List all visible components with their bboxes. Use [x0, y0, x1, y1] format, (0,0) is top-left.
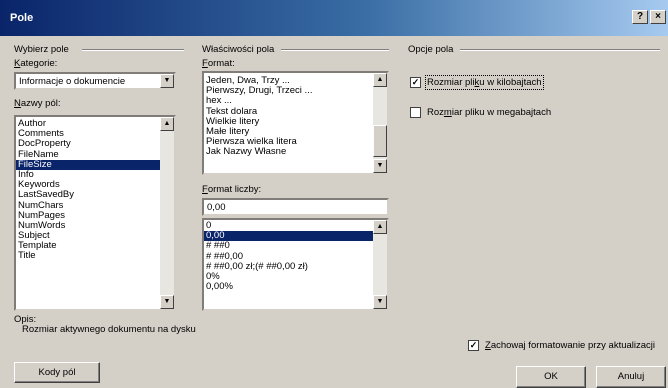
field-names-label: Nazwy pól: — [14, 98, 61, 109]
divider — [460, 49, 660, 51]
category-value: Informacje o dokumencie — [19, 76, 126, 87]
list-item[interactable]: Title — [16, 251, 174, 261]
list-item[interactable]: 0,00 — [204, 230, 387, 242]
ok-button-label: OK — [544, 371, 558, 382]
number-format-label: Format liczby: — [202, 184, 262, 195]
preserve-formatting-checkbox[interactable]: ✓ — [468, 340, 479, 351]
format-list-scrollbar[interactable]: ▲ ▼ — [373, 73, 387, 173]
list-item[interactable]: Template — [16, 241, 174, 251]
category-dropdown[interactable]: Informacje o dokumencie ▼ — [14, 72, 176, 90]
cancel-button[interactable]: Anuluj — [596, 366, 666, 388]
list-item[interactable]: # ##0,00 zł;(# ##0,00 zł) — [204, 261, 387, 272]
scroll-up-icon[interactable]: ▲ — [373, 220, 387, 234]
size-mb-checkbox[interactable] — [410, 107, 421, 118]
divider — [82, 49, 184, 51]
divider — [281, 49, 389, 51]
categories-label: Kategorie: — [14, 58, 58, 69]
list-item[interactable]: Jak Nazwy Własne — [204, 147, 387, 157]
format-list[interactable]: Jeden, Dwa, Trzy ... Pierwszy, Drugi, Trz… — [202, 71, 389, 175]
scroll-down-icon[interactable]: ▼ — [373, 295, 387, 309]
field-names-list[interactable]: Author Comments DocProperty FileName FileSiz… — [14, 115, 176, 311]
field-codes-button[interactable]: Kody pól — [14, 362, 100, 383]
field-dialog: Pole ? × Wybierz pole Kategorie: Informa… — [0, 0, 668, 388]
preserve-formatting-option[interactable]: ✓ Zachowaj formatowanie przy aktualizacji — [468, 340, 655, 351]
size-kb-option[interactable]: ✓ Rozmiar pliku w kilobajtach — [410, 75, 544, 91]
chevron-down-icon[interactable]: ▼ — [160, 74, 174, 88]
number-format-list[interactable]: 0 0,00 # ##0 # ##0,00 # ##0,00 zł;(# ##0,00 … — [202, 218, 389, 311]
description-text: Rozmiar aktywnego dokumentu na dysku — [22, 324, 196, 335]
format-label: Format: — [202, 58, 235, 69]
scroll-up-icon[interactable]: ▲ — [160, 117, 174, 131]
scroll-down-icon[interactable]: ▼ — [160, 295, 174, 309]
number-format-scrollbar[interactable]: ▲ ▼ — [373, 220, 387, 309]
help-icon[interactable]: ? — [632, 10, 648, 24]
preserve-formatting-label: Zachowaj formatowanie przy aktualizacji — [485, 340, 656, 352]
list-item[interactable]: 0,00% — [204, 281, 387, 292]
field-codes-button-label: Kody pól — [38, 367, 76, 378]
size-kb-checkbox[interactable]: ✓ — [410, 77, 421, 88]
scroll-thumb[interactable] — [373, 125, 387, 157]
close-icon[interactable]: × — [650, 10, 666, 24]
title-bar: Pole ? × — [0, 0, 668, 36]
list-item[interactable]: FileSize — [16, 159, 174, 170]
list-item[interactable]: LastSavedBy — [16, 190, 174, 200]
ok-button[interactable]: OK — [516, 366, 586, 388]
field-properties-title: Właściwości pola — [202, 44, 275, 55]
window-title: Pole — [10, 12, 34, 24]
scroll-up-icon[interactable]: ▲ — [373, 73, 387, 87]
choose-field-title: Wybierz pole — [14, 44, 69, 55]
cancel-button-label: Anuluj — [617, 371, 645, 382]
scroll-down-icon[interactable]: ▼ — [373, 159, 387, 173]
number-format-input[interactable] — [202, 198, 389, 216]
number-format-value[interactable] — [204, 200, 387, 214]
list-item[interactable]: 0 — [204, 220, 387, 231]
size-kb-label: Rozmiar pliku w kilobajtach — [425, 75, 544, 91]
field-list-scrollbar[interactable]: ▲ ▼ — [160, 117, 174, 309]
size-mb-label: Rozmiar pliku w megabajtach — [427, 107, 552, 119]
field-options-title: Opcje pola — [408, 44, 454, 55]
size-mb-option[interactable]: Rozmiar pliku w megabajtach — [410, 107, 551, 118]
